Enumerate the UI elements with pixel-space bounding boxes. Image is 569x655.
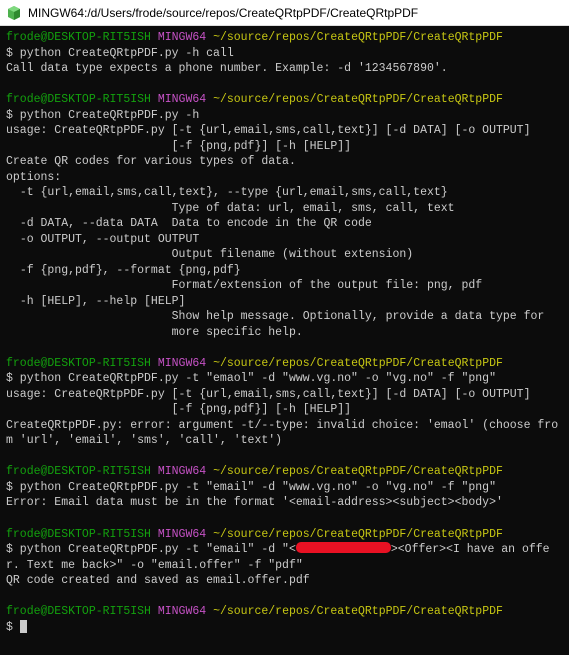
prompt-line: frode@DESKTOP-RIT5ISH MINGW64 ~/source/r… [6,356,563,372]
output-line: Show help message. Optionally, provide a… [6,309,563,325]
app-icon [6,5,22,21]
prompt-path: ~/source/repos/CreateQRtpPDF/CreateQRtpP… [213,357,503,370]
prompt-user-host: frode@DESKTOP-RIT5ISH [6,528,151,541]
prompt-user-host: frode@DESKTOP-RIT5ISH [6,357,151,370]
output-line: Error: Email data must be in the format … [6,495,563,511]
blank-line [6,449,563,465]
output-line: -f {png,pdf}, --format {png,pdf} [6,263,563,279]
prompt-env: MINGW64 [158,31,206,44]
blank-line [6,340,563,356]
prompt-path: ~/source/repos/CreateQRtpPDF/CreateQRtpP… [213,465,503,478]
redacted-region [296,542,391,553]
command-line: $ python CreateQRtpPDF.py -h [6,108,563,124]
output-line: -d DATA, --data DATA Data to encode in t… [6,216,563,232]
prompt-line: frode@DESKTOP-RIT5ISH MINGW64 ~/source/r… [6,92,563,108]
command-line: $ python CreateQRtpPDF.py -h call [6,46,563,62]
prompt-user-host: frode@DESKTOP-RIT5ISH [6,465,151,478]
prompt-line: frode@DESKTOP-RIT5ISH MINGW64 ~/source/r… [6,527,563,543]
prompt-env: MINGW64 [158,605,206,618]
output-line: usage: CreateQRtpPDF.py [-t {url,email,s… [6,387,563,403]
blank-line [6,589,563,605]
blank-line [6,511,563,527]
output-line: QR code created and saved as email.offer… [6,573,563,589]
command-line: $ python CreateQRtpPDF.py -t "email" -d … [6,480,563,496]
prompt-path: ~/source/repos/CreateQRtpPDF/CreateQRtpP… [213,31,503,44]
command-line: $ python CreateQRtpPDF.py -t "emaol" -d … [6,371,563,387]
output-line: CreateQRtpPDF.py: error: argument -t/--t… [6,418,563,449]
output-line: usage: CreateQRtpPDF.py [-t {url,email,s… [6,123,563,139]
output-line: -t {url,email,sms,call,text}, --type {ur… [6,185,563,201]
prompt-line: frode@DESKTOP-RIT5ISH MINGW64 ~/source/r… [6,604,563,620]
output-line: [-f {png,pdf}] [-h [HELP]] [6,139,563,155]
window-title: MINGW64:/d/Users/frode/source/repos/Crea… [28,6,418,20]
output-line: -h [HELP], --help [HELP] [6,294,563,310]
command-line: $ python CreateQRtpPDF.py -t "email" -d … [6,542,563,573]
prompt-user-host: frode@DESKTOP-RIT5ISH [6,93,151,106]
output-line: [-f {png,pdf}] [-h [HELP]] [6,402,563,418]
prompt-env: MINGW64 [158,357,206,370]
terminal-body[interactable]: frode@DESKTOP-RIT5ISH MINGW64 ~/source/r… [0,26,569,655]
output-line: more specific help. [6,325,563,341]
command-line: $ [6,620,563,636]
prompt-line: frode@DESKTOP-RIT5ISH MINGW64 ~/source/r… [6,30,563,46]
prompt-user-host: frode@DESKTOP-RIT5ISH [6,31,151,44]
prompt-path: ~/source/repos/CreateQRtpPDF/CreateQRtpP… [213,605,503,618]
window-title-bar[interactable]: MINGW64:/d/Users/frode/source/repos/Crea… [0,0,569,26]
prompt-env: MINGW64 [158,465,206,478]
output-line: Create QR codes for various types of dat… [6,154,563,170]
prompt-path: ~/source/repos/CreateQRtpPDF/CreateQRtpP… [213,93,503,106]
blank-line [6,77,563,93]
output-line: Format/extension of the output file: png… [6,278,563,294]
cursor [20,620,27,633]
blank-line [6,635,563,651]
output-line: -o OUTPUT, --output OUTPUT [6,232,563,248]
output-line: Type of data: url, email, sms, call, tex… [6,201,563,217]
output-line: Call data type expects a phone number. E… [6,61,563,77]
prompt-user-host: frode@DESKTOP-RIT5ISH [6,605,151,618]
output-line: Output filename (without extension) [6,247,563,263]
prompt-path: ~/source/repos/CreateQRtpPDF/CreateQRtpP… [213,528,503,541]
prompt-env: MINGW64 [158,93,206,106]
output-line: options: [6,170,563,186]
prompt-line: frode@DESKTOP-RIT5ISH MINGW64 ~/source/r… [6,464,563,480]
prompt-env: MINGW64 [158,528,206,541]
